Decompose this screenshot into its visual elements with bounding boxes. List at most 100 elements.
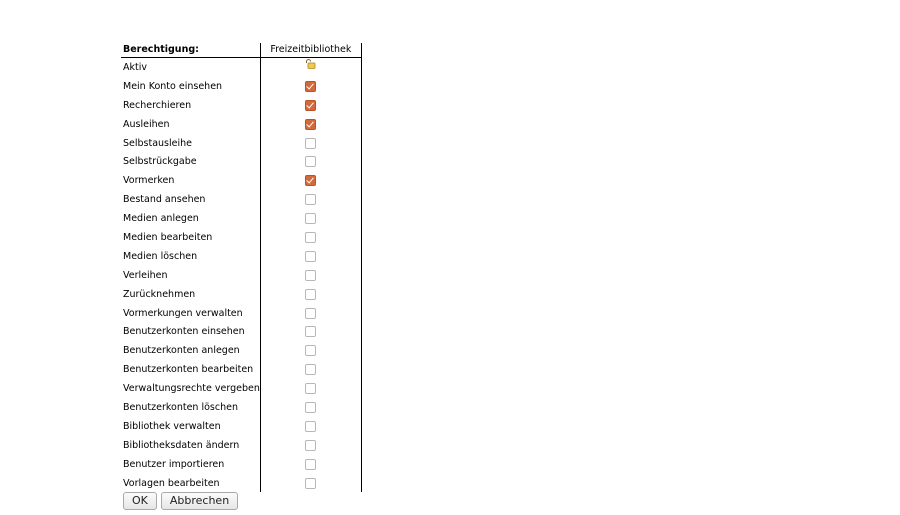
library-column-header: Freizeitbibliothek [260, 43, 362, 58]
permission-cell [260, 284, 362, 304]
permission-checkbox[interactable] [305, 420, 317, 432]
permission-label: Selbstausleihe [121, 133, 261, 153]
table-row: Selbstrückgabe [121, 152, 362, 172]
permission-cell [260, 435, 362, 455]
permission-checkbox[interactable] [305, 213, 317, 225]
permission-cell [260, 360, 362, 380]
permission-label: Vormerken [121, 171, 261, 191]
permission-cell [260, 473, 362, 493]
permission-checkbox[interactable] [305, 137, 317, 149]
table-row: Bibliotheksdaten ändern [121, 435, 362, 455]
permission-checkbox[interactable] [305, 364, 317, 376]
permission-column-header: Berechtigung: [121, 43, 261, 58]
dialog-buttons: OK Abbrechen [123, 492, 239, 510]
table-row: Bibliothek verwalten [121, 416, 362, 436]
permission-checkbox[interactable] [305, 477, 317, 489]
permission-checkbox[interactable] [305, 250, 317, 262]
permission-cell [260, 341, 362, 361]
table-row: Zurücknehmen [121, 284, 362, 304]
table-header-row: Berechtigung: Freizeitbibliothek [121, 43, 362, 58]
permission-label: Selbstrückgabe [121, 152, 261, 172]
permission-label: Verleihen [121, 265, 261, 285]
permission-checkbox[interactable] [305, 326, 317, 338]
permission-cell [260, 133, 362, 153]
permission-cell [260, 416, 362, 436]
cancel-button[interactable]: Abbrechen [160, 492, 239, 510]
permission-label: Verwaltungsrechte vergeben [121, 379, 261, 399]
table-row: Medien anlegen [121, 209, 362, 229]
table-row: Bestand ansehen [121, 190, 362, 210]
permission-label: Benutzerkonten einsehen [121, 322, 261, 342]
permission-cell [260, 398, 362, 417]
permission-checkbox[interactable] [305, 383, 317, 395]
permission-label: Benutzerkonten anlegen [121, 341, 261, 361]
permission-cell [260, 190, 362, 210]
permission-cell [260, 76, 362, 96]
permission-checkbox[interactable] [305, 288, 317, 300]
table-row: Medien löschen [121, 246, 362, 266]
permission-label: Benutzerkonten löschen [121, 398, 261, 417]
permission-cell [260, 152, 362, 172]
table-row: Benutzerkonten einsehen [121, 322, 362, 342]
permission-label: Recherchieren [121, 95, 261, 115]
permission-cell [260, 114, 362, 134]
permission-label: Aktiv [121, 57, 261, 77]
permission-cell [260, 171, 362, 191]
permission-label: Bibliotheksdaten ändern [121, 435, 261, 455]
table-row: Vormerken [121, 171, 362, 191]
table-row: Mein Konto einsehen [121, 76, 362, 96]
permission-label: Vorlagen bearbeiten [121, 473, 261, 493]
permission-cell [260, 379, 362, 399]
permissions-table-body: Aktiv Mein Konto einsehen Recherchieren Aus… [121, 57, 362, 493]
table-row: Vormerkungen verwalten [121, 303, 362, 323]
permission-cell [260, 228, 362, 247]
table-row: Ausleihen [121, 114, 362, 134]
permission-label: Mein Konto einsehen [121, 76, 261, 96]
permission-cell [260, 209, 362, 229]
permission-checkbox[interactable] [305, 175, 317, 187]
unlock-icon[interactable] [305, 58, 316, 72]
permission-checkbox[interactable] [305, 118, 317, 130]
permission-cell [260, 322, 362, 342]
permission-checkbox[interactable] [305, 307, 317, 319]
permission-label: Medien bearbeiten [121, 228, 261, 247]
permission-checkbox[interactable] [305, 401, 317, 413]
permission-cell [260, 454, 362, 474]
table-row: Benutzerkonten anlegen [121, 341, 362, 361]
permission-checkbox[interactable] [305, 99, 317, 111]
ok-button[interactable]: OK [123, 492, 157, 510]
table-row: Recherchieren [121, 95, 362, 115]
permission-label: Bestand ansehen [121, 190, 261, 210]
permission-checkbox[interactable] [305, 439, 317, 451]
table-row: Benutzerkonten löschen [121, 398, 362, 417]
permission-label: Ausleihen [121, 114, 261, 134]
permission-cell [260, 95, 362, 115]
permission-checkbox[interactable] [305, 80, 317, 92]
table-row: Verleihen [121, 265, 362, 285]
table-row: Benutzer importieren [121, 454, 362, 474]
permission-cell [260, 246, 362, 266]
permission-label: Zurücknehmen [121, 284, 261, 304]
permission-label: Benutzerkonten bearbeiten [121, 360, 261, 380]
permission-label: Vormerkungen verwalten [121, 303, 261, 323]
permission-checkbox[interactable] [305, 345, 317, 357]
permission-label: Medien anlegen [121, 209, 261, 229]
permission-checkbox[interactable] [305, 458, 317, 470]
permission-label: Bibliothek verwalten [121, 416, 261, 436]
permission-cell [260, 303, 362, 323]
permission-cell [260, 57, 362, 77]
permission-label: Benutzer importieren [121, 454, 261, 474]
table-row: Vorlagen bearbeiten [121, 473, 362, 493]
permission-checkbox[interactable] [305, 231, 317, 243]
permission-label: Medien löschen [121, 246, 261, 266]
table-row: Aktiv [121, 57, 362, 77]
permission-checkbox[interactable] [305, 269, 317, 281]
table-row: Selbstausleihe [121, 133, 362, 153]
table-row: Medien bearbeiten [121, 228, 362, 247]
table-row: Verwaltungsrechte vergeben [121, 379, 362, 399]
permission-checkbox[interactable] [305, 194, 317, 206]
table-row: Benutzerkonten bearbeiten [121, 360, 362, 380]
permission-checkbox[interactable] [305, 156, 317, 168]
permission-cell [260, 265, 362, 285]
permissions-table: Berechtigung: Freizeitbibliothek Aktiv Me… [121, 43, 362, 493]
